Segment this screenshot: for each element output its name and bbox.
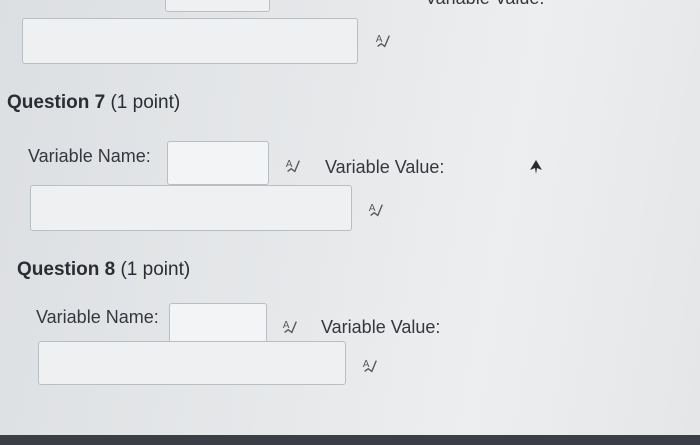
previous-value-field[interactable] bbox=[22, 18, 358, 64]
spellcheck-icon[interactable]: A bbox=[366, 200, 386, 220]
spellcheck-icon[interactable]: A bbox=[360, 356, 380, 376]
spellcheck-icon[interactable]: A bbox=[280, 317, 300, 337]
svg-text:A: A bbox=[376, 34, 383, 45]
spellcheck-icon[interactable]: A bbox=[283, 156, 303, 176]
q7-variable-value-label: Variable Value: bbox=[325, 157, 445, 177]
question-8-title: Question 8 (1 point) bbox=[17, 259, 190, 281]
question-points: (1 point) bbox=[110, 92, 181, 113]
q8-variable-value-field[interactable] bbox=[38, 341, 346, 385]
previous-name-field[interactable] bbox=[165, 0, 270, 12]
question-points: (1 point) bbox=[120, 259, 191, 280]
q8-variable-name-field[interactable] bbox=[169, 303, 267, 343]
q8-variable-value-label: Variable Value: bbox=[321, 317, 441, 337]
question-title: Question 7 bbox=[7, 92, 106, 113]
q8-variable-name-label: Variable Name: bbox=[36, 307, 159, 327]
question-title: Question 8 bbox=[17, 259, 116, 280]
previous-value-label: Variable Value: bbox=[425, 0, 544, 9]
q7-variable-value-field[interactable] bbox=[30, 185, 352, 231]
svg-text:A: A bbox=[369, 203, 376, 214]
question-7-title: Question 7 (1 point) bbox=[7, 92, 180, 114]
mouse-pointer-icon bbox=[530, 160, 542, 174]
svg-text:A: A bbox=[283, 320, 290, 331]
q7-variable-name-label: Variable Name: bbox=[28, 146, 151, 166]
q7-variable-name-field[interactable] bbox=[167, 141, 269, 185]
svg-text:A: A bbox=[363, 359, 370, 370]
quiz-page: Variable Value: A Question 7 (1 point) V… bbox=[0, 0, 700, 445]
screen-bezel bbox=[0, 435, 700, 445]
spellcheck-icon[interactable]: A bbox=[373, 31, 393, 51]
svg-text:A: A bbox=[286, 159, 293, 170]
